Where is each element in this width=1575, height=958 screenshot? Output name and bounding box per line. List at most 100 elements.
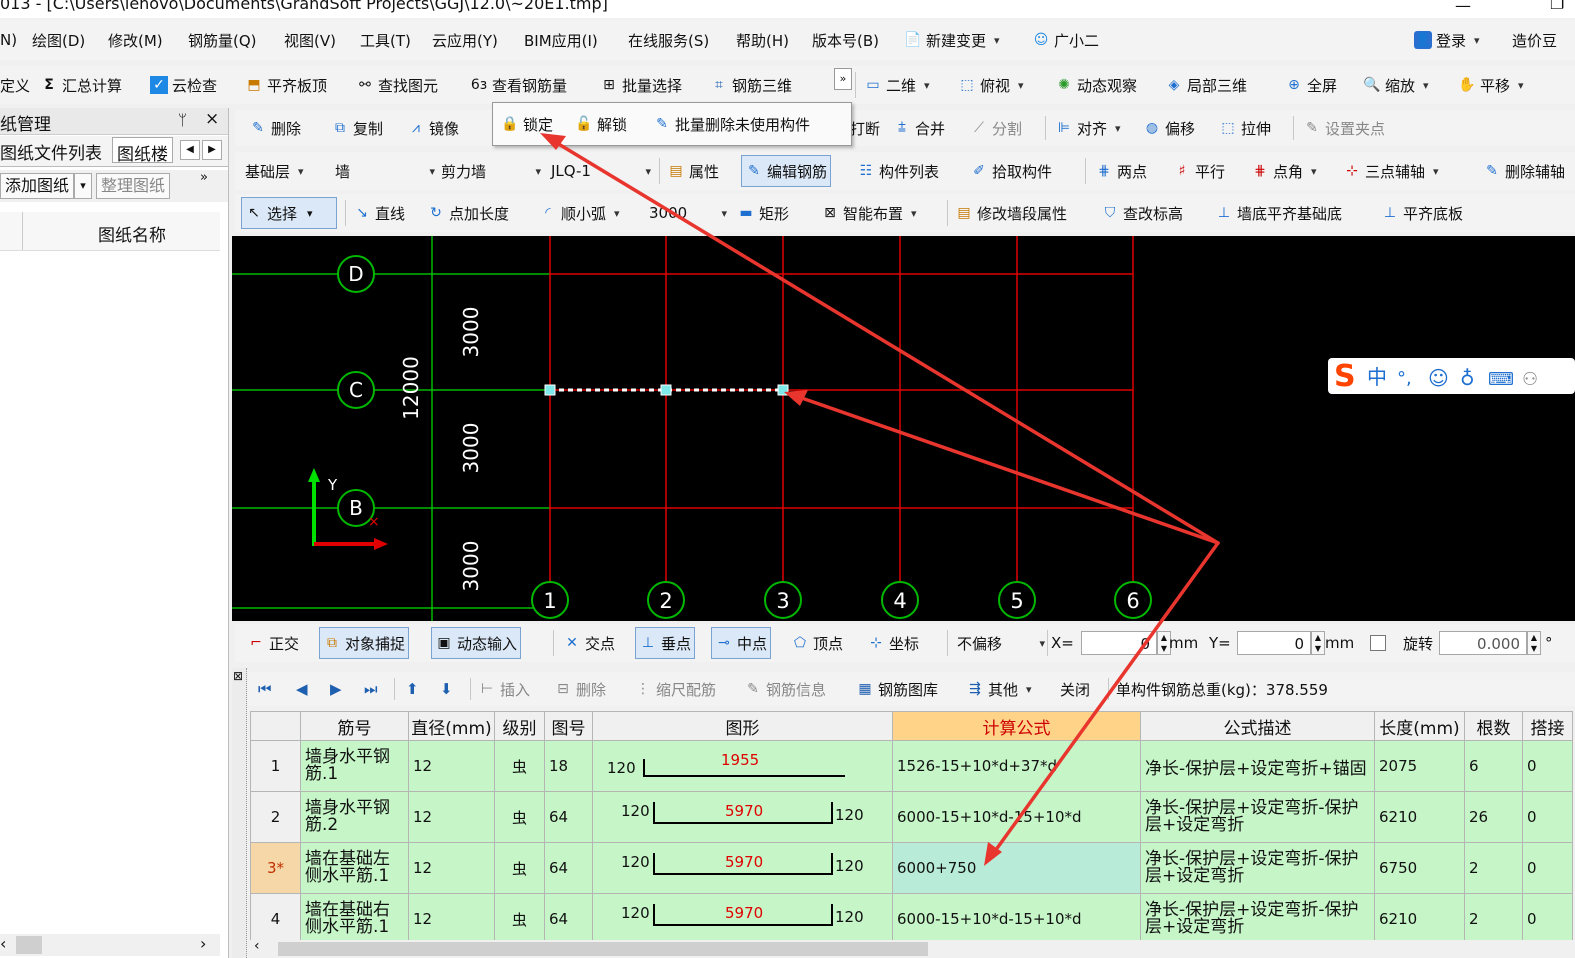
header-count[interactable]: 根数 bbox=[1464, 711, 1523, 741]
copy-button[interactable]: ⧉ 复制 bbox=[331, 110, 383, 146]
y-coordinate-input[interactable]: 0 bbox=[1237, 631, 1311, 655]
top-view-button[interactable]: ⬚ 俯视 bbox=[958, 66, 1024, 104]
tab-scroll-right-icon[interactable]: ▶ bbox=[202, 140, 222, 160]
table-scroll-left-arrow[interactable]: ‹ bbox=[254, 938, 260, 954]
cell-length[interactable]: 6210 bbox=[1374, 791, 1465, 843]
insert-row-button[interactable]: ⊢ 插入 bbox=[478, 672, 530, 706]
table-row-current[interactable]: 3* 墙在基础左侧水平筋.1 12 虫 64 120 5970 120 6000… bbox=[250, 842, 1573, 894]
lock-button[interactable]: 🔒 锁定 bbox=[501, 103, 553, 145]
unlock-button[interactable]: 🔓 解锁 bbox=[575, 103, 627, 145]
cell-diameter[interactable]: 12 bbox=[408, 842, 495, 894]
header-bar-number[interactable]: 筋号 bbox=[300, 711, 409, 741]
delete-row-button[interactable]: ⊟ 删除 bbox=[554, 672, 606, 706]
view-rebar-button[interactable]: 6ɜ 查看钢筋量 bbox=[470, 66, 567, 104]
type-select[interactable]: 墙 bbox=[335, 152, 435, 190]
toolbar-overflow-button[interactable]: » bbox=[834, 68, 852, 90]
pan-button[interactable]: ✋ 平移 bbox=[1458, 66, 1524, 104]
cell-grade[interactable]: 虫 bbox=[494, 740, 545, 792]
panel-overflow-button[interactable]: » bbox=[200, 170, 208, 185]
cell-figure-number[interactable]: 18 bbox=[544, 740, 593, 792]
cell-formula[interactable]: 6000-15+10*d-15+10*d bbox=[892, 893, 1141, 945]
cell-length[interactable]: 6750 bbox=[1374, 842, 1465, 894]
view-2d-button[interactable]: ▭ 二维 bbox=[864, 66, 930, 104]
cell-formula-description[interactable]: 净长-保护层+设定弯折+锚固 bbox=[1140, 740, 1375, 792]
login-button[interactable]: 👤 登录 bbox=[1414, 20, 1480, 60]
cell-shape[interactable]: 120 5970 120 bbox=[592, 791, 893, 843]
subtype-select[interactable]: 剪力墙 bbox=[441, 152, 541, 190]
cell-formula[interactable]: 6000-15+10*d-15+10*d bbox=[892, 791, 1141, 843]
three-point-axis-button[interactable]: ⊹ 三点辅轴 bbox=[1343, 152, 1439, 190]
cell-shape[interactable]: 120 5970 120 bbox=[592, 893, 893, 945]
dynamic-input-button[interactable]: ▣ 动态输入 bbox=[431, 627, 522, 659]
menu-tools[interactable]: 工具(T) bbox=[360, 20, 411, 60]
perpendicular-snap-button[interactable]: ⊥ 垂点 bbox=[635, 627, 696, 659]
cell-count[interactable]: 26 bbox=[1464, 791, 1523, 843]
tidy-drawing-button[interactable]: 整理图纸 bbox=[96, 173, 171, 199]
header-figure-number[interactable]: 图号 bbox=[544, 711, 593, 741]
cell-count[interactable]: 6 bbox=[1464, 740, 1523, 792]
cell-figure-number[interactable]: 64 bbox=[544, 842, 593, 894]
menu-help[interactable]: 帮助(H) bbox=[736, 20, 789, 60]
coordinate-snap-button[interactable]: ⊹ 坐标 bbox=[867, 624, 919, 662]
line-button[interactable]: ↘ 直线 bbox=[353, 194, 405, 232]
point-length-button[interactable]: ↻ 点加长度 bbox=[427, 194, 509, 232]
split-button[interactable]: ⟋ 分割 bbox=[970, 110, 1022, 146]
point-angle-button[interactable]: ⋕ 点角 bbox=[1251, 152, 1317, 190]
cell-count[interactable]: 2 bbox=[1464, 893, 1523, 945]
cell-figure-number[interactable]: 64 bbox=[544, 893, 593, 945]
break-button[interactable]: 打断 bbox=[850, 110, 880, 146]
cell-formula[interactable]: 1526-15+10*d+37*d bbox=[892, 740, 1141, 792]
move-down-icon[interactable]: ⬇ bbox=[440, 672, 453, 706]
smart-layout-button[interactable]: ⊠ 智能布置 bbox=[821, 194, 917, 232]
edit-rebar-button[interactable]: ✎ 编辑钢筋 bbox=[741, 155, 832, 187]
header-formula[interactable]: 计算公式 bbox=[892, 711, 1141, 741]
add-drawing-dropdown-icon[interactable]: ▾ bbox=[74, 173, 92, 199]
rebar-library-button[interactable]: ▦ 钢筋图库 bbox=[856, 672, 938, 706]
component-select[interactable]: JLQ-1 bbox=[551, 152, 651, 190]
scroll-left-arrow[interactable]: ‹ bbox=[0, 934, 6, 953]
header-formula-description[interactable]: 公式描述 bbox=[1140, 711, 1375, 741]
properties-button[interactable]: ▤ 属性 bbox=[667, 152, 719, 190]
two-point-axis-button[interactable]: ⋕ 两点 bbox=[1095, 152, 1147, 190]
row-number[interactable]: 3* bbox=[250, 842, 301, 894]
cell-diameter[interactable]: 12 bbox=[408, 791, 495, 843]
cell-lap[interactable]: 0 bbox=[1522, 842, 1573, 894]
cell-bar-name[interactable]: 墙身水平钢筋.2 bbox=[300, 791, 409, 843]
cell-grade[interactable]: 虫 bbox=[494, 893, 545, 945]
vertex-snap-button[interactable]: ⬠ 顶点 bbox=[791, 624, 843, 662]
cell-shape[interactable]: 120 5970 120 bbox=[592, 842, 893, 894]
tab-scroll-left-icon[interactable]: ◀ bbox=[180, 140, 200, 160]
add-drawing-button[interactable]: 添加图纸 bbox=[0, 173, 75, 199]
rebar-3d-button[interactable]: ⌗ 钢筋三维 bbox=[710, 66, 792, 104]
cell-lap[interactable]: 0 bbox=[1522, 791, 1573, 843]
set-grip-button[interactable]: ✎ 设置夹点 bbox=[1303, 110, 1385, 146]
menu-cloud[interactable]: 云应用(Y) bbox=[432, 20, 498, 60]
rebar-info-button[interactable]: ✎ 钢筋信息 bbox=[744, 672, 826, 706]
parallel-axis-button[interactable]: ♯ 平行 bbox=[1173, 152, 1225, 190]
menu-version[interactable]: 版本号(B) bbox=[812, 20, 879, 60]
menu-rebar[interactable]: 钢筋量(Q) bbox=[188, 20, 257, 60]
rebar-panel-gripper[interactable] bbox=[232, 668, 247, 958]
minimize-icon[interactable]: — bbox=[1455, 0, 1471, 15]
scroll-thumb[interactable] bbox=[16, 936, 42, 954]
cloud-check-button[interactable]: ✓ 云检查 bbox=[150, 66, 217, 104]
header-length[interactable]: 长度(mm) bbox=[1374, 711, 1465, 741]
cost-bean[interactable]: 造价豆 bbox=[1512, 20, 1557, 60]
merge-button[interactable]: ⩲ 合并 bbox=[893, 110, 945, 146]
stretch-button[interactable]: ⬚ 拉伸 bbox=[1219, 110, 1271, 146]
cell-bar-name[interactable]: 墙在基础右侧水平筋.1 bbox=[300, 893, 409, 945]
cell-diameter[interactable]: 12 bbox=[408, 740, 495, 792]
cell-figure-number[interactable]: 64 bbox=[544, 791, 593, 843]
tab-drawing-floor[interactable]: 图纸楼 bbox=[112, 137, 173, 165]
cell-formula-description[interactable]: 净长-保护层+设定弯折-保护层+设定弯折 bbox=[1140, 842, 1375, 894]
y-spinner[interactable]: ▲ ▼ bbox=[1311, 631, 1325, 655]
last-row-icon[interactable]: ⏭ bbox=[364, 672, 378, 706]
find-element-button[interactable]: ⚯ 查找图元 bbox=[356, 66, 438, 104]
table-hscroll[interactable]: ‹ bbox=[250, 938, 1575, 958]
check-elevation-button[interactable]: ⛉ 查改标高 bbox=[1101, 194, 1183, 232]
wall-bottom-align-button[interactable]: ⊥ 墙底平齐基础底 bbox=[1215, 194, 1342, 232]
cell-grade[interactable]: 虫 bbox=[494, 791, 545, 843]
rotate-spinner[interactable]: ▲ ▼ bbox=[1527, 631, 1541, 655]
object-snap-button[interactable]: ⧉ 对象捕捉 bbox=[319, 627, 410, 659]
close-rebar-button[interactable]: 关闭 bbox=[1060, 672, 1090, 706]
